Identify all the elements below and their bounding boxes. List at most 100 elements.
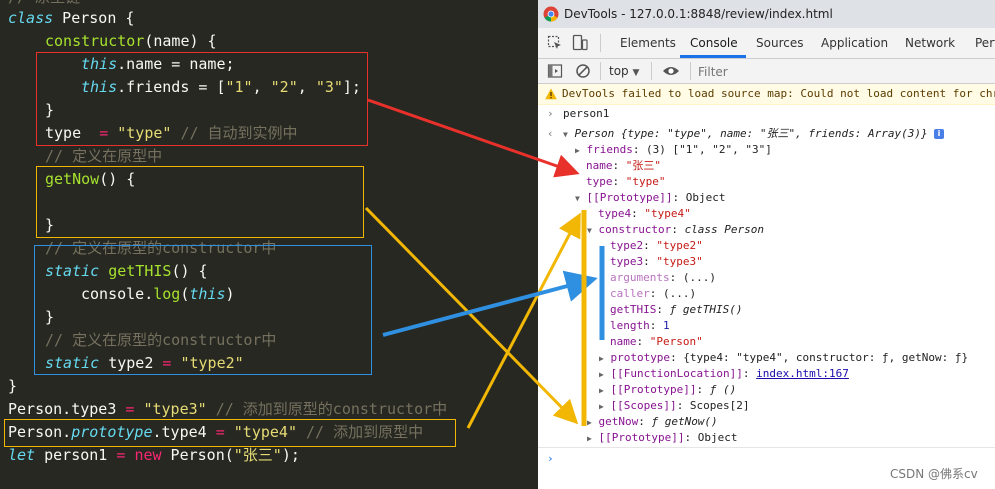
collapsed-triangle-icon[interactable]: ▶ [599,386,604,395]
property-value: class Person [684,223,765,236]
watermark: CSDN @佛系cv [890,467,978,481]
tree-row-function-prototype[interactable]: ▶ [[Prototype]]: ƒ () [599,382,736,398]
active-tab-indicator [680,55,746,58]
devtools-tab-bar: Elements Console Sources Application Net… [538,28,995,59]
tree-row-scopes[interactable]: ▶ [[Scopes]]: Scopes[2] [599,398,750,414]
property-value: 1 [663,319,670,332]
tab-network[interactable]: Network [905,28,955,58]
tree-row-type3: type3: "type3" [610,255,703,268]
property-key: type2 [610,239,644,252]
collapsed-triangle-icon[interactable]: ▶ [575,146,580,155]
property-key: name [586,159,613,172]
tab-application[interactable]: Application [821,28,888,58]
property-key: arguments [610,271,670,284]
property-key: caller [610,287,650,300]
property-key: length [610,319,650,332]
tree-row-object-prototype[interactable]: ▶ [[Prototype]]: Object [587,430,738,446]
property-value: : Object [684,431,738,444]
toolbar-divider [600,62,601,80]
code-token: ); [281,446,300,464]
yellow-highlight-box-prototype [4,419,456,447]
console-toolbar: top ▼ [538,59,995,84]
prompt-chevron-icon: › [547,107,554,120]
console-prompt-icon[interactable]: › [547,451,554,467]
code-token: person1 [35,446,117,464]
expanded-triangle-icon[interactable]: ▼ [575,194,580,203]
property-value: : (...) [649,287,697,300]
console-divider [538,447,995,448]
tree-row-name-person: name: "Person" [610,335,703,348]
property-key: type3 [610,255,644,268]
code-token: = [125,400,144,418]
property-key: prototype [610,351,671,364]
filter-input[interactable] [696,62,990,82]
tab-console[interactable]: Console [690,28,738,58]
tree-row-arguments[interactable]: arguments: (...) [610,270,716,286]
property-key: getTHIS [610,303,657,316]
warning-message: DevTools failed to load source map: Coul… [538,84,995,105]
property-value: : Scopes[2] [676,399,750,412]
device-toolbar-icon[interactable] [572,34,588,52]
tree-row-getnow[interactable]: ▶ getNow: ƒ getNow() [587,414,718,430]
devtools-window: DevTools - 127.0.0.1:8848/review/index.h… [538,0,995,489]
property-key: type [586,175,613,188]
tab-performance[interactable]: Perf [975,28,995,58]
tree-row-caller[interactable]: caller: (...) [610,286,696,302]
tree-row-length: length: 1 [610,319,670,332]
tab-elements[interactable]: Elements [620,28,676,58]
collapsed-triangle-icon[interactable]: ▶ [599,402,604,411]
property-value: "type2" [656,239,703,252]
code-token: class [8,9,54,27]
tree-row-person[interactable]: ▼ Person {type: "type", name: "张三", frie… [563,126,928,142]
property-key: [[Prototype]] [610,383,697,396]
property-key: [[Prototype]] [598,431,685,444]
context-selector-value: top [609,64,629,78]
code-token: = [116,446,135,464]
eye-icon[interactable] [662,64,680,78]
property-key: [[Scopes]] [610,399,677,412]
code-token: (name) { [144,32,217,50]
tree-row-function-location[interactable]: ▶ [[FunctionLocation]]: index.html:167 [599,366,849,382]
collapsed-triangle-icon[interactable]: ▶ [599,354,604,363]
property-value: : (3) ["1", "2", "3"] [632,143,772,156]
warning-icon [545,88,557,100]
property-key: type4 [598,207,632,220]
property-value: ƒ () [709,383,737,396]
code-token: Person.type3 [8,400,126,418]
tree-row-type: type: "type" [586,175,666,188]
tree-row-type4: type4: "type4" [598,207,691,220]
tab-sources[interactable]: Sources [756,28,803,58]
tree-row-prototype-inner[interactable]: ▶ prototype: {type4: "type4", constructo… [599,350,968,366]
property-value: "type" [625,175,666,188]
source-link[interactable]: index.html:167 [756,367,849,380]
code-editor[interactable]: // 原型链 class Person { constructor(name) … [0,0,538,489]
expanded-triangle-icon[interactable]: ▼ [587,226,592,235]
chrome-icon [543,6,559,22]
expanded-triangle-icon[interactable]: ▼ [563,130,568,139]
title-bar: DevTools - 127.0.0.1:8848/review/index.h… [538,0,995,28]
code-token: Person { [53,9,135,27]
window-title: DevTools - 127.0.0.1:8848/review/index.h… [564,7,833,21]
collapsed-triangle-icon[interactable]: ▶ [587,434,592,443]
code-line-constructor: constructor(name) { [45,30,217,53]
collapsed-triangle-icon[interactable]: ▶ [599,370,604,379]
tree-row-friends[interactable]: ▶ friends: (3) ["1", "2", "3"] [575,142,772,158]
code-line-person-type3: Person.type3 = "type3" // 添加到原型的construc… [8,398,447,421]
property-value: ƒ getNow() [651,415,718,428]
tree-row-prototype[interactable]: ▼ [[Prototype]]: Object [575,190,726,206]
code-line-comment: // 定义在原型中 [45,147,163,165]
code-line-class: class Person { [8,7,134,30]
clear-console-icon[interactable] [575,63,591,79]
sidebar-toggle-icon[interactable] [547,63,563,79]
inspect-element-icon[interactable] [547,35,563,51]
object-preview: {type: "type", name: "张三", friends: Arra… [620,127,928,140]
collapsed-triangle-icon[interactable]: ▶ [587,418,592,427]
context-selector[interactable]: top ▼ [609,59,639,83]
property-key: [[Prototype]] [586,191,673,204]
info-icon[interactable]: i [934,129,944,139]
property-value: ƒ getTHIS() [669,303,743,316]
tree-row-type2: type2: "type2" [610,239,703,252]
tree-row-constructor[interactable]: ▼ constructor: class Person [587,222,764,238]
code-token: "type3" [143,400,207,418]
code-token: "张三" [233,446,282,464]
